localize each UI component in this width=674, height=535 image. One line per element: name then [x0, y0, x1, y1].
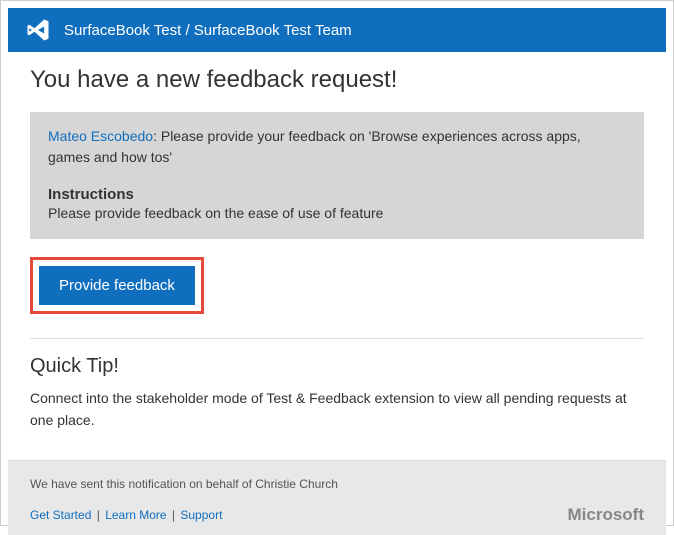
- footer-sent-name: Christie Church: [255, 477, 338, 491]
- footer: We have sent this notification on behalf…: [8, 460, 666, 535]
- instructions-heading: Instructions: [48, 186, 626, 203]
- requester-name-link[interactable]: Mateo Escobedo: [48, 128, 153, 144]
- footer-sent-text: We have sent this notification on behalf…: [30, 477, 644, 491]
- microsoft-logo: Microsoft: [568, 505, 645, 525]
- header-title: SurfaceBook Test / SurfaceBook Test Team: [64, 22, 352, 39]
- footer-sent-prefix: We have sent this notification on behalf…: [30, 477, 255, 491]
- link-separator: |: [97, 508, 100, 522]
- learn-more-link[interactable]: Learn More: [105, 508, 166, 522]
- quicktip-heading: Quick Tip!: [30, 355, 644, 378]
- request-box: Mateo Escobedo: Please provide your feed…: [30, 112, 644, 239]
- visual-studio-icon: [24, 16, 52, 44]
- provide-feedback-highlight: Provide feedback: [30, 257, 204, 314]
- instructions-text: Please provide feedback on the ease of u…: [48, 205, 626, 221]
- link-separator: |: [172, 508, 175, 522]
- footer-links: Get Started | Learn More | Support: [30, 508, 222, 522]
- request-message: Mateo Escobedo: Please provide your feed…: [48, 126, 626, 168]
- header-bar: SurfaceBook Test / SurfaceBook Test Team: [8, 8, 666, 52]
- get-started-link[interactable]: Get Started: [30, 508, 91, 522]
- provide-feedback-button[interactable]: Provide feedback: [39, 266, 195, 305]
- divider: [30, 338, 644, 339]
- support-link[interactable]: Support: [180, 508, 222, 522]
- page-heading: You have a new feedback request!: [30, 66, 644, 94]
- quicktip-text: Connect into the stakeholder mode of Tes…: [30, 388, 644, 431]
